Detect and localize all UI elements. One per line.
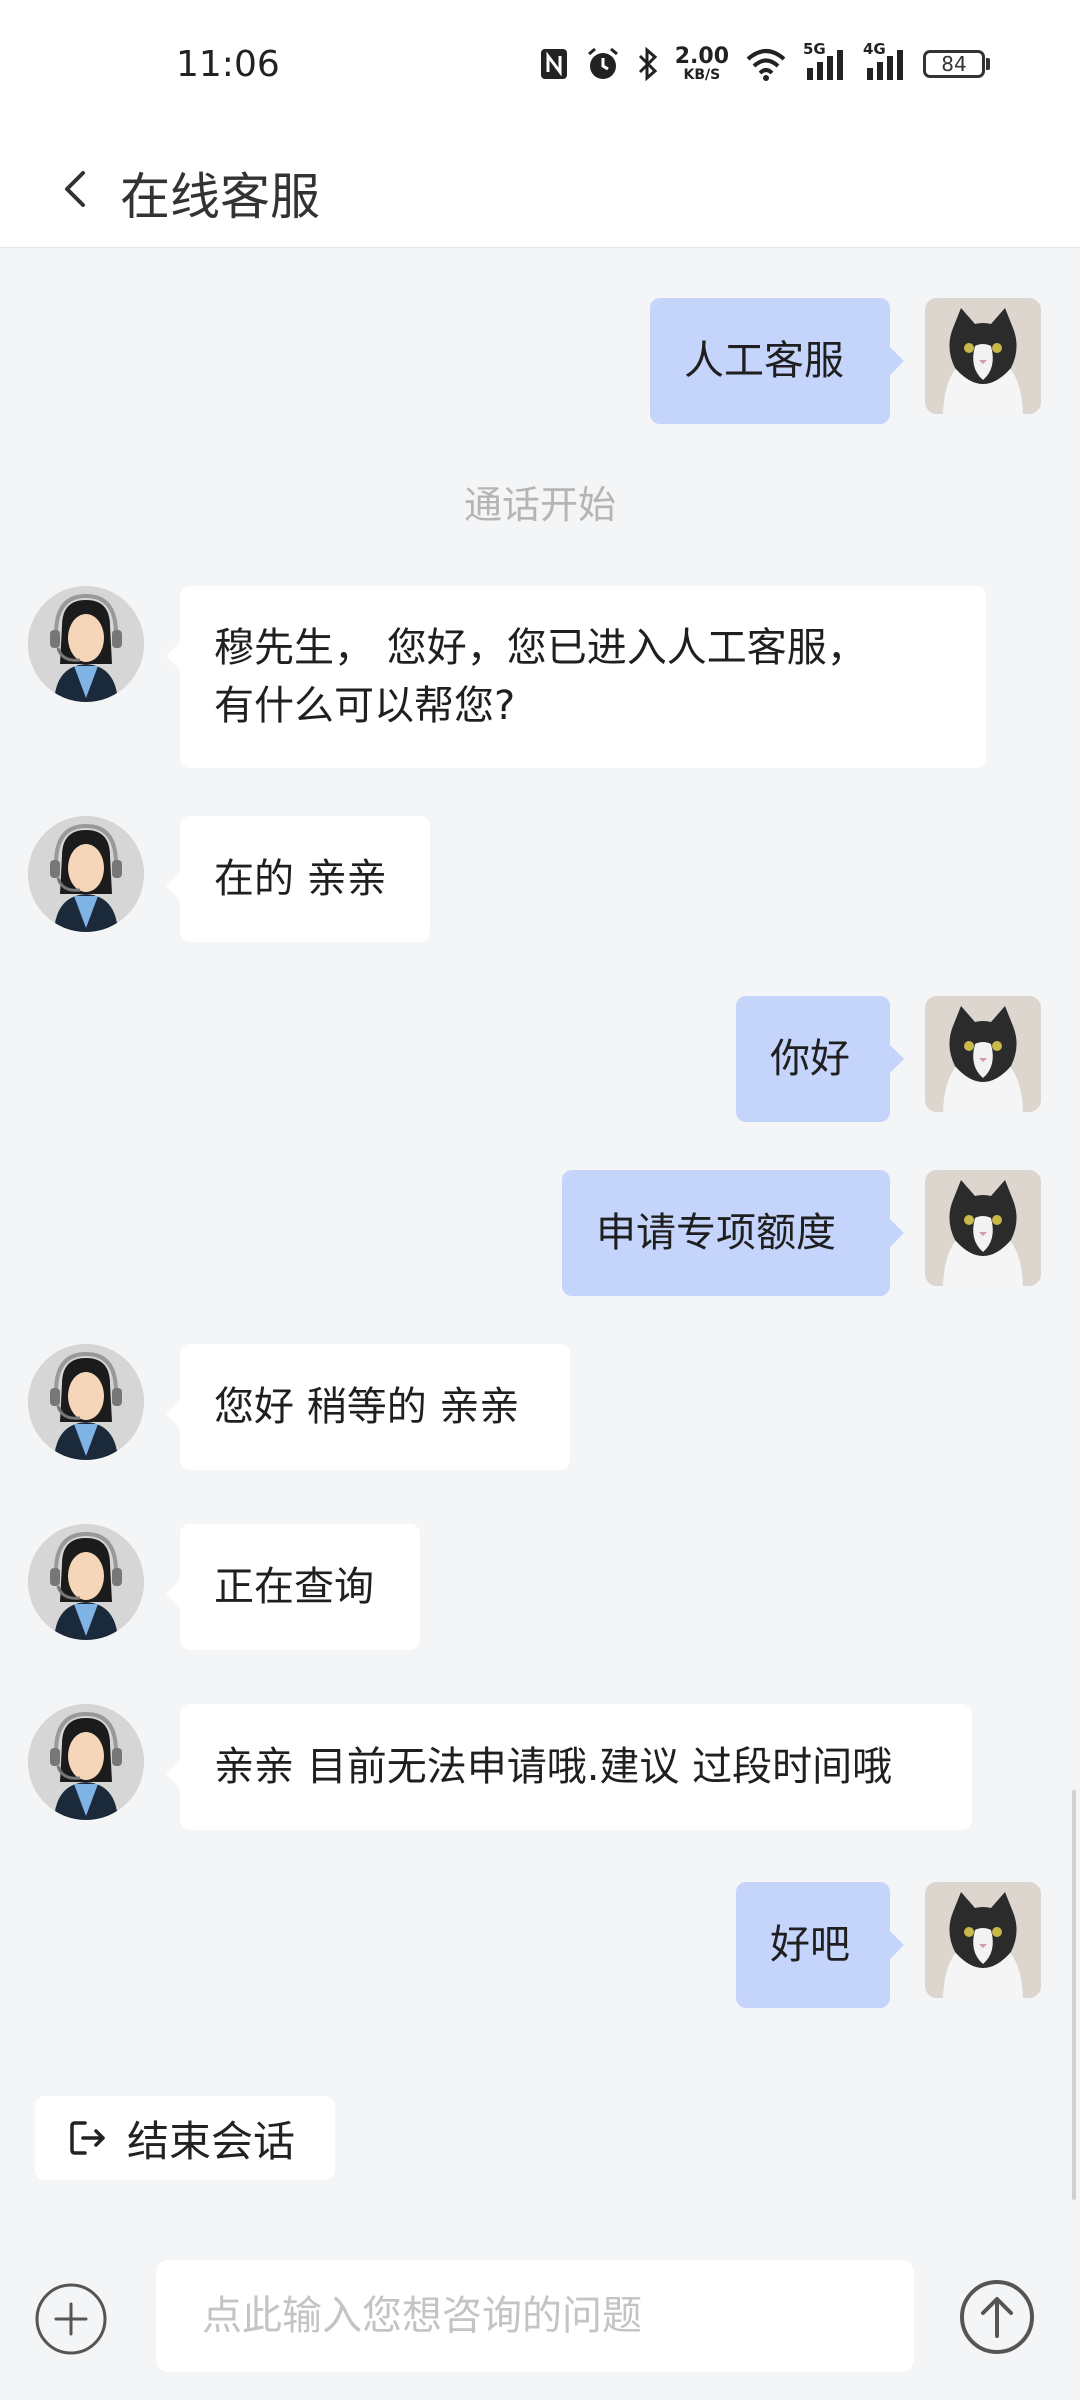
agent-avatar xyxy=(28,816,144,932)
cat-icon xyxy=(925,1170,1041,1286)
message-text: 正在查询 xyxy=(214,1564,374,1610)
battery-level: 84 xyxy=(941,52,967,76)
agent-icon xyxy=(28,586,144,702)
nfc-icon xyxy=(540,49,567,79)
message-text: 在的 亲亲 xyxy=(214,856,387,902)
message-text: 亲亲 目前无法申请哦.建议 过段时间哦 xyxy=(214,1744,893,1790)
page-title: 在线客服 xyxy=(120,168,320,226)
send-icon[interactable] xyxy=(958,2278,1036,2356)
agent-avatar xyxy=(28,586,144,702)
bluetooth-icon xyxy=(638,46,657,82)
status-bar: 11:06 2.00 KB/S 5G 4G 84 xyxy=(0,0,1080,135)
scrollbar[interactable] xyxy=(1072,1790,1076,2200)
message-text: 申请专项额度 xyxy=(596,1210,836,1256)
agent-message: 您好 稍等的 亲亲 xyxy=(166,1344,570,1470)
signal-4g-label: 4G xyxy=(863,40,886,58)
plus-icon[interactable] xyxy=(34,2282,108,2356)
logout-icon xyxy=(70,2121,105,2155)
message-text: 有什么可以帮您? xyxy=(214,683,516,729)
user-avatar[interactable] xyxy=(925,996,1041,1112)
agent-avatar xyxy=(28,1704,144,1820)
cat-icon xyxy=(925,298,1041,414)
end-session-label: 结束会话 xyxy=(127,2116,296,2166)
message-text: 人工客服 xyxy=(684,338,844,384)
agent-icon xyxy=(28,816,144,932)
header: 在线客服 xyxy=(0,135,1080,248)
agent-message: 在的 亲亲 xyxy=(166,816,430,942)
agent-icon xyxy=(28,1524,144,1640)
user-avatar[interactable] xyxy=(925,1882,1041,1998)
signal-5g: 5G xyxy=(803,40,847,82)
system-message: 通话开始 xyxy=(463,483,616,527)
agent-icon xyxy=(28,1704,144,1820)
signal-4g: 4G xyxy=(863,40,907,82)
net-speed-unit: KB/S xyxy=(683,67,721,83)
status-time: 11:06 xyxy=(176,44,280,85)
status-icons: 2.00 KB/S 5G 4G 84 xyxy=(539,40,990,83)
message-text: 你好 xyxy=(770,1036,850,1082)
signal-5g-label: 5G xyxy=(803,40,826,58)
message-text: 穆先生， 您好，您已进入人工客服， xyxy=(214,625,867,671)
user-message: 你好 xyxy=(736,996,904,1122)
agent-message: 亲亲 目前无法申请哦.建议 过段时间哦 xyxy=(166,1704,972,1830)
user-message: 好吧 xyxy=(736,1882,904,2008)
agent-message: 正在查询 xyxy=(166,1524,420,1650)
end-session-button[interactable]: 结束会话 xyxy=(35,2096,335,2180)
wifi-icon xyxy=(746,49,786,81)
user-avatar[interactable] xyxy=(925,298,1041,414)
chat-area[interactable]: 人工客服 通话开始 穆先生， 您好，您已进入人工客服， 有什么可以帮您? 在的 … xyxy=(0,248,1080,2198)
back-icon[interactable] xyxy=(55,161,95,217)
message-text: 好吧 xyxy=(770,1922,850,1968)
net-speed-value: 2.00 xyxy=(674,44,729,69)
cat-icon xyxy=(925,996,1041,1112)
agent-icon xyxy=(28,1344,144,1460)
message-input[interactable] xyxy=(156,2260,914,2372)
battery-icon: 84 xyxy=(923,50,990,78)
user-message: 申请专项额度 xyxy=(562,1170,904,1296)
message-text: 您好 稍等的 亲亲 xyxy=(214,1384,520,1430)
cat-icon xyxy=(925,1882,1041,1998)
agent-avatar xyxy=(28,1524,144,1640)
agent-avatar xyxy=(28,1344,144,1460)
composer xyxy=(0,2230,1080,2400)
agent-message: 穆先生， 您好，您已进入人工客服， 有什么可以帮您? xyxy=(166,586,986,768)
alarm-icon xyxy=(587,47,618,79)
user-message: 人工客服 xyxy=(650,298,904,424)
net-speed: 2.00 KB/S xyxy=(674,44,729,83)
user-avatar[interactable] xyxy=(925,1170,1041,1286)
